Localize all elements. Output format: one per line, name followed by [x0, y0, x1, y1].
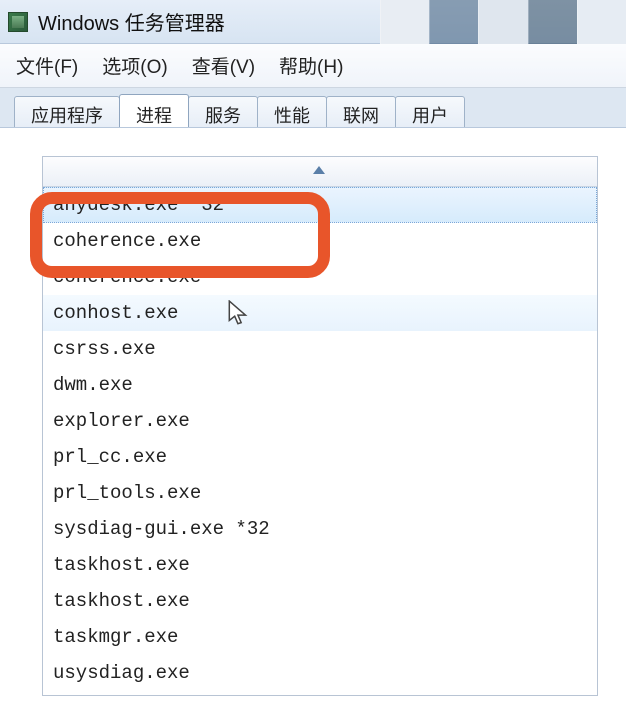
table-row[interactable]: prl_tools.exe	[43, 475, 597, 511]
tab-processes[interactable]: 进程	[119, 94, 189, 127]
table-row[interactable]: taskhost.exe	[43, 547, 597, 583]
menu-view[interactable]: 查看(V)	[186, 48, 261, 83]
menu-bar: 文件(F) 选项(O) 查看(V) 帮助(H)	[0, 44, 626, 88]
table-row[interactable]: explorer.exe	[43, 403, 597, 439]
app-icon	[8, 12, 28, 32]
table-row[interactable]: dwm.exe	[43, 367, 597, 403]
table-row[interactable]: anydesk.exe *32	[43, 187, 597, 223]
table-row[interactable]: conhost.exe	[43, 295, 597, 331]
sort-ascending-icon	[313, 166, 325, 174]
window-title: Windows 任务管理器	[38, 7, 225, 36]
tab-applications[interactable]: 应用程序	[14, 96, 120, 127]
tab-services[interactable]: 服务	[188, 96, 258, 127]
window-titlebar: Windows 任务管理器	[0, 0, 626, 44]
table-row[interactable]: prl_cc.exe	[43, 439, 597, 475]
table-row[interactable]: usysdiag.exe	[43, 655, 597, 691]
column-header-image-name[interactable]	[43, 157, 597, 187]
table-row[interactable]: taskmgr.exe	[43, 619, 597, 655]
table-row[interactable]: csrss.exe	[43, 331, 597, 367]
table-row[interactable]: coherence.exe	[43, 223, 597, 259]
tab-performance[interactable]: 性能	[257, 96, 327, 127]
tab-networking[interactable]: 联网	[326, 96, 396, 127]
table-row[interactable]: sysdiag-gui.exe *32	[43, 511, 597, 547]
menu-options[interactable]: 选项(O)	[96, 48, 173, 83]
process-rows: anydesk.exe *32coherence.execoherence.ex…	[43, 187, 597, 696]
menu-help[interactable]: 帮助(H)	[273, 48, 349, 83]
process-listview[interactable]: anydesk.exe *32coherence.execoherence.ex…	[42, 156, 598, 696]
tab-strip: 应用程序 进程 服务 性能 联网 用户	[0, 88, 626, 128]
table-row[interactable]: taskhost.exe	[43, 583, 597, 619]
tab-content: anydesk.exe *32coherence.execoherence.ex…	[0, 132, 626, 710]
table-row[interactable]: coherence.exe	[43, 259, 597, 295]
menu-file[interactable]: 文件(F)	[10, 48, 84, 83]
table-row[interactable]: winlogon.exe	[43, 691, 597, 696]
aero-blur	[380, 0, 626, 44]
tab-users[interactable]: 用户	[395, 96, 465, 127]
